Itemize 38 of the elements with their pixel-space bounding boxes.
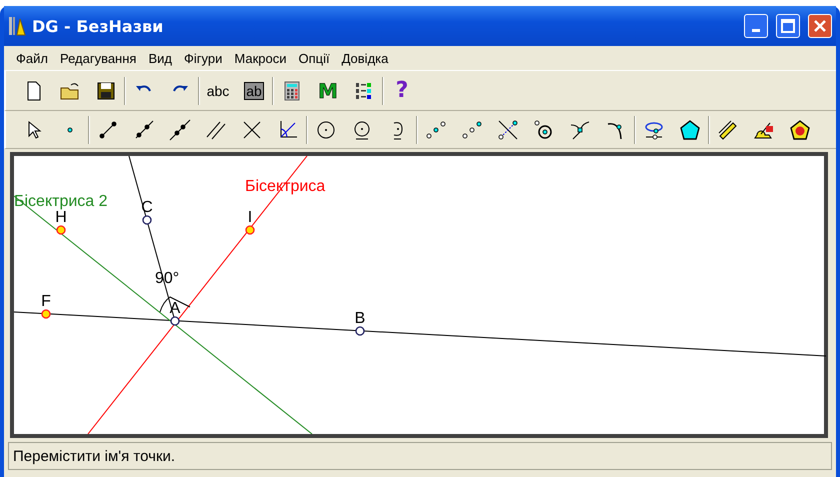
menu-item[interactable]: Вид: [142, 48, 178, 68]
maximize-button[interactable]: [776, 14, 800, 38]
ray-icon[interactable]: [133, 118, 155, 140]
point-marker[interactable]: [170, 316, 180, 326]
point-marker[interactable]: [56, 225, 66, 235]
minimize-icon: [752, 29, 760, 32]
close-button[interactable]: [808, 14, 832, 38]
point-marker[interactable]: [355, 326, 365, 336]
line-icon[interactable]: [169, 118, 191, 140]
point-label[interactable]: B: [354, 310, 366, 327]
perpendicular-lines-icon[interactable]: [241, 118, 263, 140]
label-tool-button[interactable]: ab: [244, 82, 264, 100]
menu-item[interactable]: Довідка: [336, 48, 394, 68]
menu-item[interactable]: Фігури: [178, 48, 228, 68]
maximize-icon: [781, 19, 795, 33]
menu-item[interactable]: Макроси: [228, 48, 292, 68]
point-label[interactable]: H: [55, 209, 67, 226]
intersection-icon[interactable]: [497, 118, 519, 140]
app-logo-icon: [8, 15, 26, 37]
menu-item[interactable]: Редагування: [54, 48, 142, 68]
circle-icon[interactable]: [315, 118, 337, 140]
minimize-button[interactable]: [744, 14, 768, 38]
menu-item[interactable]: Файл: [10, 48, 54, 68]
point-marker[interactable]: [41, 309, 51, 319]
help-button[interactable]: ?: [396, 78, 408, 103]
tangent-icon[interactable]: [569, 118, 591, 140]
menu-item[interactable]: Опції: [292, 48, 336, 68]
status-bar: Перемістити ім'я точки.: [8, 442, 832, 470]
point-marker[interactable]: [142, 215, 152, 225]
ruler-icon[interactable]: [717, 118, 739, 140]
window-title: DG - БезНазви: [32, 16, 164, 36]
close-icon: [813, 19, 827, 33]
pentagon-icon[interactable]: [679, 118, 701, 140]
point-label[interactable]: I: [248, 209, 252, 226]
point-marker[interactable]: [245, 225, 255, 235]
segment-icon[interactable]: [97, 118, 119, 140]
text-tool-button[interactable]: abc: [206, 82, 230, 98]
point-label[interactable]: F: [41, 293, 51, 310]
